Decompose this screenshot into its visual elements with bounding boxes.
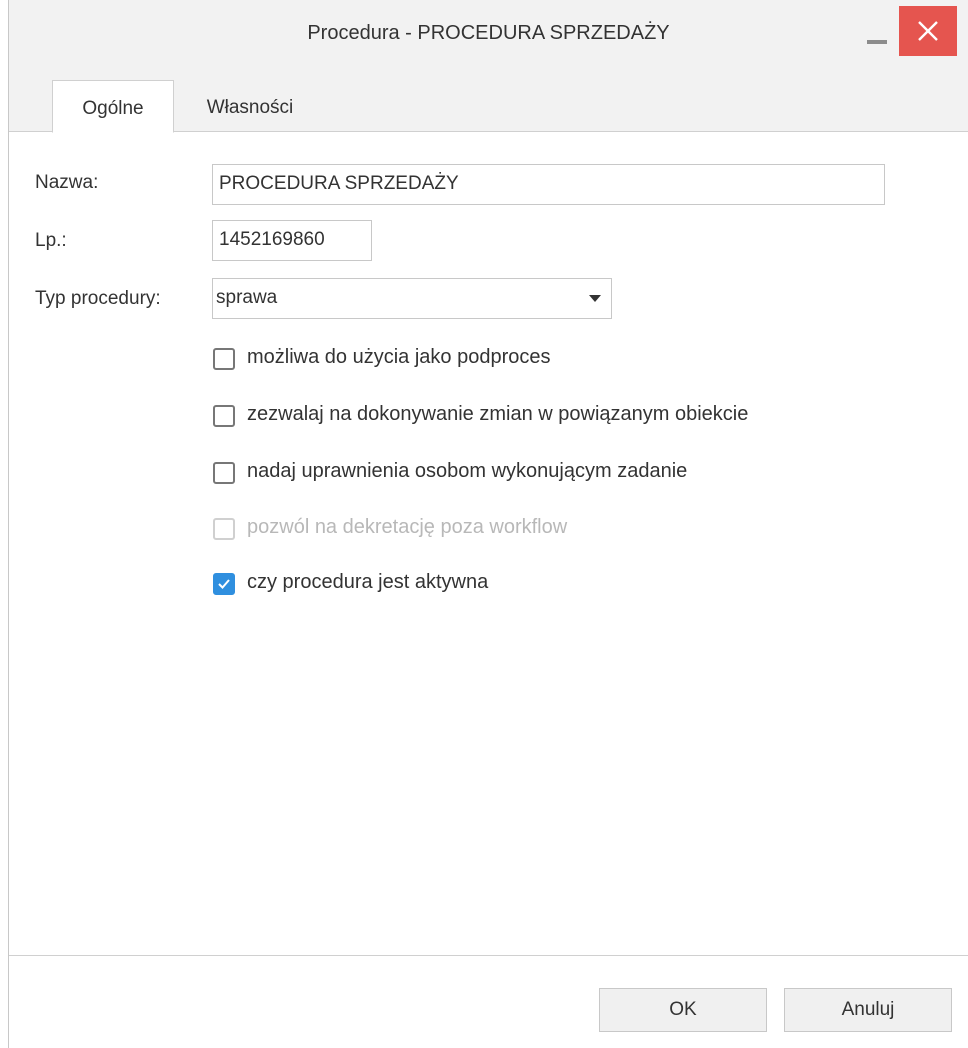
checkbox-box <box>213 518 235 540</box>
close-button[interactable] <box>899 6 957 56</box>
name-field[interactable]: PROCEDURA SPRZEDAŻY <box>212 164 885 205</box>
checkbox-label: nadaj uprawnienia osobom wykonującym zad… <box>247 460 688 482</box>
window-title: Procedura - PROCEDURA SPRZEDAŻY <box>307 22 670 44</box>
ok-button[interactable]: OK <box>599 988 767 1032</box>
type-label: Typ procedury: <box>35 288 161 309</box>
checkbox-label: czy procedura jest aktywna <box>247 571 489 593</box>
lp-label: Lp.: <box>35 230 67 251</box>
checkbox-label: możliwa do użycia jako podproces <box>247 346 551 368</box>
tab-properties[interactable]: Własności <box>185 80 315 133</box>
tab-strip: Ogólne Własności <box>9 68 968 133</box>
checkbox-box[interactable] <box>213 573 235 595</box>
cancel-button[interactable]: Anuluj <box>784 988 952 1032</box>
minimize-button[interactable] <box>863 10 891 50</box>
close-icon <box>918 21 938 41</box>
checkbox-label: pozwól na dekretację poza workflow <box>247 516 568 538</box>
name-label: Nazwa: <box>35 172 99 193</box>
chevron-down-icon <box>589 295 601 302</box>
checkbox-label: zezwalaj na dokonywanie zmian w powiązan… <box>247 403 749 425</box>
type-select[interactable]: sprawa <box>212 278 612 319</box>
checkbox-box[interactable] <box>213 462 235 484</box>
title-bar[interactable]: Procedura - PROCEDURA SPRZEDAŻY <box>9 0 968 68</box>
minimize-icon <box>867 40 887 44</box>
checkmark-icon <box>218 579 230 589</box>
checkbox-box[interactable] <box>213 405 235 427</box>
procedure-dialog: Procedura - PROCEDURA SPRZEDAŻY Ogólne W… <box>8 0 968 1048</box>
type-select-value: sprawa <box>216 287 278 308</box>
lp-field[interactable]: 1452169860 <box>212 220 372 261</box>
footer-divider <box>9 955 968 956</box>
tab-general[interactable]: Ogólne <box>52 80 174 133</box>
checkbox-box[interactable] <box>213 348 235 370</box>
